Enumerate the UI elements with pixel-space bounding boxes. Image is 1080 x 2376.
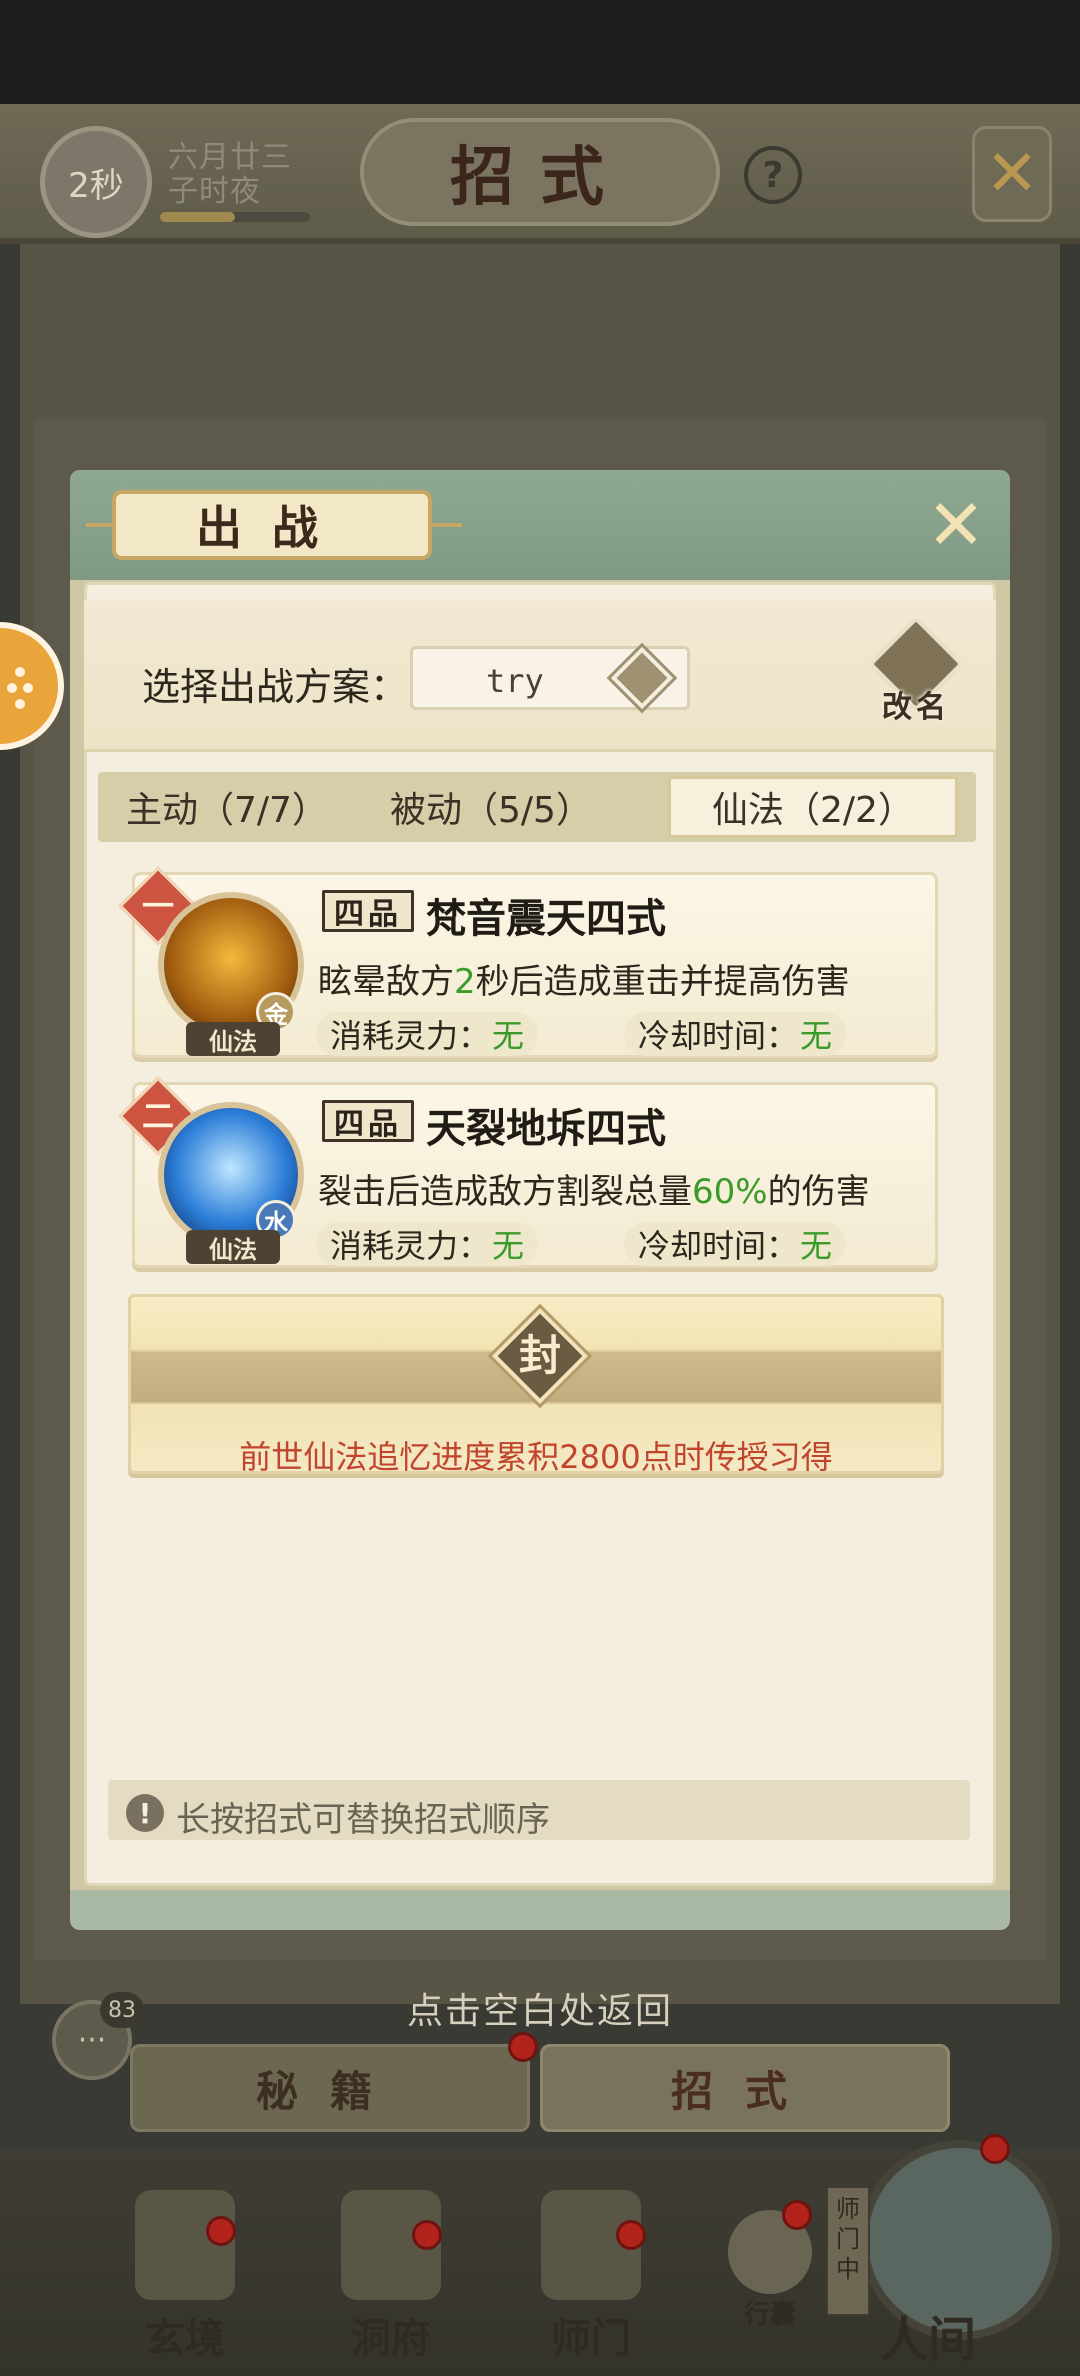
tab-moves[interactable]: 招式 bbox=[540, 2044, 950, 2132]
notification-dot bbox=[508, 2032, 538, 2062]
page-close-button[interactable]: ✕ bbox=[972, 126, 1052, 222]
nav-item-sect[interactable]: 师门 bbox=[516, 2190, 666, 2362]
day-progress-bar bbox=[160, 212, 310, 222]
cooldown: 冷却时间：无 bbox=[624, 1222, 847, 1266]
spell-type-tag: 仙法 bbox=[186, 1022, 280, 1056]
game-time-of-day: 子时夜 bbox=[168, 174, 261, 209]
day-progress-fill bbox=[160, 212, 235, 222]
unlock-requirement: 前世仙法追忆进度累积2800点时传授习得 bbox=[239, 1438, 833, 1476]
timer-badge: 2秒 bbox=[40, 126, 152, 238]
skill-description: 眩晕敌方2秒后造成重击并提高伤害 bbox=[318, 962, 850, 1002]
dialog-title: 出战 bbox=[112, 490, 432, 560]
notification-dot bbox=[782, 2200, 812, 2230]
tab-secret-manual[interactable]: 秘籍 bbox=[130, 2044, 530, 2132]
rename-label: 改名 bbox=[882, 690, 950, 725]
nav-item-world[interactable]: 人间 bbox=[880, 2300, 976, 2370]
dialog-bottom-edge bbox=[70, 1890, 1010, 1930]
category-tabs: 主动（7/7） 被动（5/5） 仙法（2/2） bbox=[98, 772, 976, 842]
help-button[interactable]: ? bbox=[744, 146, 802, 204]
status-bar bbox=[0, 0, 1080, 104]
exclamation-icon: ! bbox=[126, 1794, 164, 1832]
mana-cost: 消耗灵力：无 bbox=[316, 1222, 539, 1266]
close-x-icon: ✕ bbox=[926, 484, 986, 566]
cooldown: 冷却时间：无 bbox=[624, 1012, 847, 1056]
plan-select-value: try bbox=[486, 662, 544, 700]
skill-description: 裂击后造成敌方割裂总量60%的伤害 bbox=[318, 1172, 870, 1212]
tip-text: 长按招式可替换招式顺序 bbox=[176, 1800, 550, 1840]
mana-cost: 消耗灵力：无 bbox=[316, 1012, 539, 1056]
tap-to-return-hint[interactable]: 点击空白处返回 bbox=[0, 1982, 1080, 2034]
seal-label: 封 bbox=[518, 1331, 561, 1380]
tab-spells[interactable]: 仙法（2/2） bbox=[668, 772, 958, 842]
dialog-close-button[interactable]: ✕ bbox=[924, 484, 988, 566]
skill-name: 天裂地坼四式 bbox=[426, 1106, 666, 1152]
skill-name: 梵音震天四式 bbox=[426, 896, 666, 942]
tab-active-skills[interactable]: 主动（7/7） bbox=[98, 772, 356, 842]
rename-button[interactable]: 改名 bbox=[867, 615, 965, 726]
grade-tag: 四品 bbox=[322, 890, 414, 932]
notification-dot bbox=[980, 2134, 1010, 2164]
chat-unread-badge: 83 bbox=[100, 1992, 144, 2028]
sect-status-tag: 师门中 bbox=[826, 2186, 870, 2316]
grade-tag: 四品 bbox=[322, 1100, 414, 1142]
notification-dot bbox=[412, 2220, 442, 2250]
tab-passive-skills[interactable]: 被动（5/5） bbox=[356, 772, 626, 842]
spell-type-tag: 仙法 bbox=[186, 1230, 280, 1264]
plaque-ornament-right bbox=[432, 523, 462, 527]
nav-item-cave[interactable]: 洞府 bbox=[316, 2190, 466, 2362]
gamepad-icon bbox=[7, 667, 33, 709]
nav-item-mystic-realm[interactable]: 玄境 bbox=[110, 2190, 260, 2362]
close-x-icon: ✕ bbox=[985, 137, 1039, 211]
notification-dot bbox=[206, 2216, 236, 2246]
bottom-tabs: 秘籍 招式 bbox=[130, 2032, 950, 2132]
notification-dot bbox=[616, 2220, 646, 2250]
page-title: 招式 bbox=[360, 118, 720, 226]
plan-label: 选择出战方案： bbox=[142, 665, 409, 709]
chat-bubble-icon: ··· bbox=[77, 2022, 107, 2058]
